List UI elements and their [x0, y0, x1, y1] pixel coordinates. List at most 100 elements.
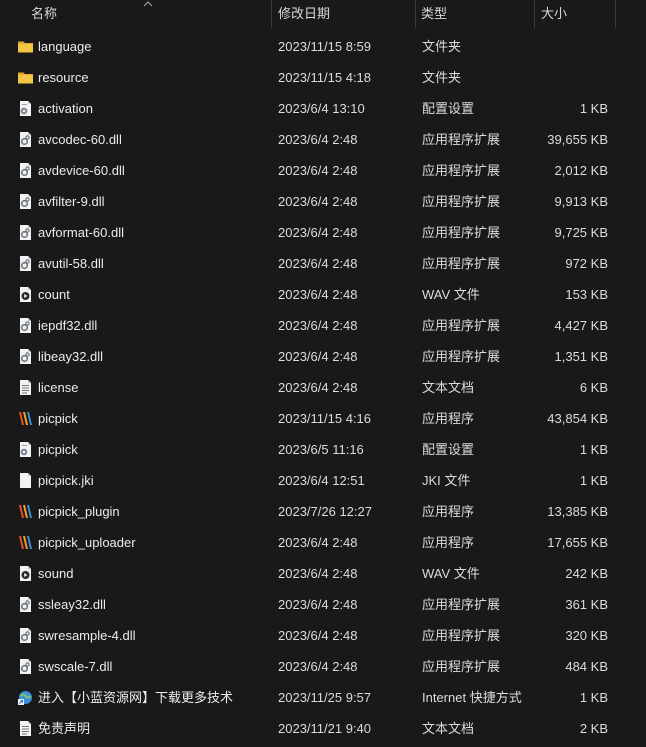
column-header-type[interactable]: 类型	[421, 0, 447, 28]
file-name[interactable]: picpick	[38, 403, 78, 434]
config-file-icon	[17, 441, 34, 458]
file-modified-date: 2023/6/4 2:48	[278, 566, 358, 581]
file-size: 972 KB	[565, 256, 608, 271]
file-row[interactable]: sound 2023/6/4 2:48 WAV 文件 242 KB	[0, 558, 646, 589]
file-row[interactable]: avformat-60.dll 2023/6/4 2:48 应用程序扩展 9,725 …	[0, 217, 646, 248]
file-row[interactable]: activation 2023/6/4 13:10 配置设置 1 KB	[0, 93, 646, 124]
column-divider[interactable]	[271, 0, 272, 28]
file-row[interactable]: license 2023/6/4 2:48 文本文档 6 KB	[0, 372, 646, 403]
file-size: 361 KB	[565, 597, 608, 612]
file-row[interactable]: count 2023/6/4 2:48 WAV 文件 153 KB	[0, 279, 646, 310]
file-list: language 2023/11/15 8:59 文件夹 resource 2023/1…	[0, 31, 646, 744]
file-name[interactable]: sound	[38, 558, 73, 589]
picpick-app-icon	[17, 410, 34, 427]
file-row[interactable]: language 2023/11/15 8:59 文件夹	[0, 31, 646, 62]
column-divider[interactable]	[534, 0, 535, 28]
file-name[interactable]: 进入【小蓝资源网】下载更多技术	[38, 682, 233, 713]
file-name[interactable]: swscale-7.dll	[38, 651, 112, 682]
file-row[interactable]: picpick 2023/11/15 4:16 应用程序 43,854 KB	[0, 403, 646, 434]
file-name[interactable]: language	[38, 31, 92, 62]
dll-file-icon	[17, 348, 34, 365]
file-name[interactable]: activation	[38, 93, 93, 124]
column-header-size[interactable]: 大小	[541, 0, 567, 28]
file-row[interactable]: avfilter-9.dll 2023/6/4 2:48 应用程序扩展 9,913 K…	[0, 186, 646, 217]
file-name[interactable]: 免责声明	[38, 713, 90, 744]
folder-icon	[17, 69, 34, 86]
dll-file-icon	[17, 224, 34, 241]
file-row[interactable]: swscale-7.dll 2023/6/4 2:48 应用程序扩展 484 KB	[0, 651, 646, 682]
file-modified-date: 2023/6/5 11:16	[278, 442, 364, 457]
column-divider[interactable]	[415, 0, 416, 28]
file-size: 2 KB	[579, 721, 608, 736]
file-modified-date: 2023/6/4 2:48	[278, 659, 358, 674]
file-modified-date: 2023/11/15 8:59	[278, 39, 372, 54]
file-modified-date: 2023/6/4 2:48	[278, 628, 358, 643]
file-name[interactable]: resource	[38, 62, 89, 93]
dll-file-icon	[17, 658, 34, 675]
file-name[interactable]: count	[38, 279, 70, 310]
file-modified-date: 2023/6/4 2:48	[278, 380, 358, 395]
file-row[interactable]: picpick_uploader 2023/6/4 2:48 应用程序 17,655 …	[0, 527, 646, 558]
file-size: 1 KB	[579, 473, 608, 488]
file-row[interactable]: resource 2023/11/15 4:18 文件夹	[0, 62, 646, 93]
file-type: 配置设置	[422, 442, 475, 457]
file-row[interactable]: picpick 2023/6/5 11:16 配置设置 1 KB	[0, 434, 646, 465]
column-header-bar: 名称 修改日期 类型 大小	[0, 0, 646, 28]
file-modified-date: 2023/6/4 13:10	[278, 101, 365, 116]
file-name[interactable]: avdevice-60.dll	[38, 155, 125, 186]
file-name[interactable]: picpick.jki	[38, 465, 94, 496]
dll-file-icon	[17, 131, 34, 148]
file-type: 应用程序扩展	[422, 163, 501, 178]
file-modified-date: 2023/6/4 2:48	[278, 287, 358, 302]
file-size: 242 KB	[565, 566, 608, 581]
file-size: 17,655 KB	[547, 535, 608, 550]
file-modified-date: 2023/6/4 2:48	[278, 349, 358, 364]
file-name[interactable]: libeay32.dll	[38, 341, 103, 372]
file-name[interactable]: license	[38, 372, 78, 403]
file-row[interactable]: 进入【小蓝资源网】下载更多技术 2023/11/25 9:57 Internet 快…	[0, 682, 646, 713]
column-divider[interactable]	[615, 0, 616, 28]
file-modified-date: 2023/6/4 2:48	[278, 318, 358, 333]
file-name[interactable]: swresample-4.dll	[38, 620, 136, 651]
file-row[interactable]: picpick_plugin 2023/7/26 12:27 应用程序 13,385 …	[0, 496, 646, 527]
file-name[interactable]: ssleay32.dll	[38, 589, 106, 620]
file-modified-date: 2023/7/26 12:27	[278, 504, 372, 519]
file-type: 文件夹	[422, 39, 462, 54]
file-type: Internet 快捷方式	[422, 690, 522, 705]
file-row[interactable]: avcodec-60.dll 2023/6/4 2:48 应用程序扩展 39,655 …	[0, 124, 646, 155]
file-modified-date: 2023/6/4 2:48	[278, 225, 358, 240]
column-header-name[interactable]: 名称	[31, 0, 57, 28]
file-row[interactable]: ssleay32.dll 2023/6/4 2:48 应用程序扩展 361 KB	[0, 589, 646, 620]
file-type: 应用程序	[422, 535, 475, 550]
file-row[interactable]: libeay32.dll 2023/6/4 2:48 应用程序扩展 1,351 KB	[0, 341, 646, 372]
file-row[interactable]: 免责声明 2023/11/21 9:40 文本文档 2 KB	[0, 713, 646, 744]
file-row[interactable]: avdevice-60.dll 2023/6/4 2:48 应用程序扩展 2,012 …	[0, 155, 646, 186]
file-modified-date: 2023/11/15 4:18	[278, 70, 372, 85]
dll-file-icon	[17, 255, 34, 272]
file-name[interactable]: avcodec-60.dll	[38, 124, 122, 155]
file-type: 应用程序扩展	[422, 628, 501, 643]
file-row[interactable]: avutil-58.dll 2023/6/4 2:48 应用程序扩展 972 KB	[0, 248, 646, 279]
audio-file-icon	[17, 286, 34, 303]
file-size: 9,725 KB	[554, 225, 609, 240]
file-name[interactable]: picpick_plugin	[38, 496, 120, 527]
file-modified-date: 2023/6/4 2:48	[278, 535, 358, 550]
file-type: 应用程序扩展	[422, 597, 501, 612]
file-row[interactable]: picpick.jki 2023/6/4 12:51 JKI 文件 1 KB	[0, 465, 646, 496]
file-name[interactable]: avfilter-9.dll	[38, 186, 104, 217]
file-row[interactable]: swresample-4.dll 2023/6/4 2:48 应用程序扩展 320 K…	[0, 620, 646, 651]
file-row[interactable]: iepdf32.dll 2023/6/4 2:48 应用程序扩展 4,427 KB	[0, 310, 646, 341]
file-name[interactable]: picpick	[38, 434, 78, 465]
file-name[interactable]: avutil-58.dll	[38, 248, 104, 279]
picpick-app-icon	[17, 503, 34, 520]
file-type: WAV 文件	[422, 287, 480, 302]
file-size: 484 KB	[565, 659, 608, 674]
file-name[interactable]: iepdf32.dll	[38, 310, 97, 341]
file-name[interactable]: picpick_uploader	[38, 527, 136, 558]
file-name[interactable]: avformat-60.dll	[38, 217, 124, 248]
internet-shortcut-icon	[17, 689, 34, 706]
file-type: WAV 文件	[422, 566, 480, 581]
dll-file-icon	[17, 627, 34, 644]
file-size: 4,427 KB	[554, 318, 609, 333]
column-header-date[interactable]: 修改日期	[278, 0, 330, 28]
